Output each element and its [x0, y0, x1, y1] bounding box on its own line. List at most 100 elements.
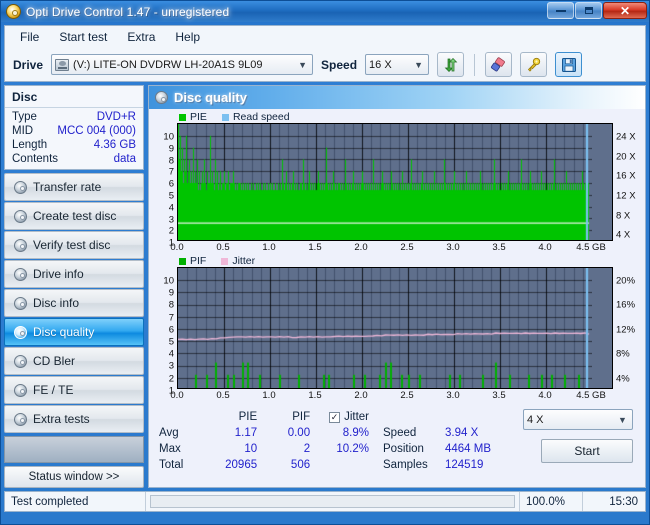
- sidebar-item-create-test-disc[interactable]: Create test disc: [4, 202, 144, 230]
- main-body: Disc Type DVD+R MID MCC 004 (000) Length…: [4, 85, 646, 488]
- start-button[interactable]: Start: [541, 439, 633, 463]
- disc-row-type-value: DVD+R: [96, 111, 136, 123]
- window-title: Opti Drive Control 1.47 - unregistered: [26, 4, 230, 19]
- jitter-checkbox[interactable]: ✓: [329, 411, 341, 423]
- axis-tick: 3.0: [446, 390, 460, 401]
- x-axis-bottom: 0.0 0.5 1.0 1.5 2.0 2.5 3.0 3.5 4.0 4.5 GB: [170, 389, 613, 403]
- jitter-header: ✓ Jitter: [310, 411, 369, 423]
- status-window-button[interactable]: Status window >>: [4, 466, 144, 488]
- stats-row-label: Max: [159, 443, 181, 455]
- sidebar-item-extra-tests[interactable]: Extra tests: [4, 405, 144, 433]
- axis-tick: 4 X: [616, 229, 631, 241]
- sidebar-item-verify-test-disc[interactable]: Verify test disc: [4, 231, 144, 259]
- sidebar-item-drive-info[interactable]: Drive info: [4, 260, 144, 288]
- legend-swatch-jitter: [221, 257, 229, 265]
- axis-tick: 4.5 GB: [576, 390, 606, 401]
- stats-avg-pie: 1.17: [234, 427, 258, 439]
- speed-select[interactable]: 16 X ▼: [365, 54, 430, 75]
- y-axis-jitter: 20% 16% 12% 8% 4%: [613, 267, 641, 389]
- disc-icon: [14, 412, 27, 426]
- legend-label-pif: PIF: [190, 255, 207, 267]
- axis-tick: 4.0: [538, 242, 552, 253]
- sidebar-item-cd-bler[interactable]: CD Bler: [4, 347, 144, 375]
- menu-item-extra[interactable]: Extra: [118, 27, 164, 47]
- sidebar-item-label: Transfer rate: [33, 180, 102, 194]
- sidebar-item-label: Disc quality: [33, 325, 95, 339]
- axis-tick: 16%: [616, 299, 636, 311]
- sidebar-item-disc-quality[interactable]: Disc quality: [4, 318, 144, 346]
- pif-jitter-chart: PIF Jitter 10 9 8 7 6 5 4 3 2 1 20% 16% 12% 8% 4% 0.0…: [153, 255, 641, 403]
- legend-swatch-pie: [179, 113, 186, 121]
- eraser-button[interactable]: [485, 52, 513, 77]
- chevron-down-icon: ▼: [414, 59, 423, 70]
- key-button[interactable]: [520, 52, 548, 77]
- progress-bar: [146, 495, 519, 508]
- sidebar-item-disc-info[interactable]: Disc info: [4, 289, 144, 317]
- sidebar-item-label: Extra tests: [33, 412, 90, 426]
- sidebar-item-fe-te[interactable]: FE / TE: [4, 376, 144, 404]
- axis-tick: 20 X: [616, 151, 636, 163]
- axis-tick: 8%: [616, 348, 630, 360]
- disc-icon: [14, 267, 27, 281]
- disc-row-mid-key: MID: [12, 125, 34, 137]
- axis-tick: 9: [168, 287, 174, 299]
- maximize-button[interactable]: [575, 2, 602, 19]
- stats-samples-label: Samples: [383, 459, 428, 471]
- sidebar-item-label: CD Bler: [33, 354, 76, 368]
- sidebar-item-label: Create test disc: [33, 209, 117, 223]
- minimize-button[interactable]: [547, 2, 574, 19]
- pie-canvas: [178, 124, 592, 240]
- table-row: Avg 1.17 0.00 8.9%: [159, 425, 369, 441]
- axis-tick: 2.5: [400, 242, 414, 253]
- disc-row-mid-value: MCC 004 (000): [57, 125, 136, 137]
- axis-tick: 6: [168, 178, 174, 190]
- disc-icon: [14, 180, 27, 194]
- stats-samples-value: 124519: [445, 459, 484, 471]
- axis-tick: 2: [168, 373, 174, 385]
- disc-row-type: Type DVD+R: [5, 110, 143, 124]
- axis-tick: 10: [163, 131, 174, 143]
- axis-tick: 0.5: [216, 390, 230, 401]
- disc-row-length-key: Length: [12, 139, 48, 151]
- disc-row-length: Length 4.36 GB: [5, 138, 143, 152]
- panel-title: Disc quality: [174, 90, 247, 105]
- drive-select[interactable]: (V:) LITE-ON DVDRW LH-20A1S 9L09 ▼: [51, 54, 314, 75]
- stats-samples-row: Samples 124519: [383, 457, 519, 473]
- key-icon: [527, 57, 541, 72]
- refresh-button[interactable]: [437, 52, 465, 77]
- axis-tick: 20%: [616, 275, 636, 287]
- sidebar-item-transfer-rate[interactable]: Transfer rate: [4, 173, 144, 201]
- sidebar: Disc Type DVD+R MID MCC 004 (000) Length…: [4, 85, 144, 488]
- axis-tick: 16 X: [616, 170, 636, 182]
- chevron-down-icon: ▼: [298, 59, 307, 70]
- axis-tick: 7: [168, 312, 174, 324]
- stats-controls: 4 X ▼ Start: [519, 409, 637, 473]
- disc-icon: [14, 238, 27, 252]
- stats-position-label: Position: [383, 443, 424, 455]
- axis-tick: 8: [168, 155, 174, 167]
- save-icon: [561, 57, 576, 72]
- stats-header-jitter: Jitter: [344, 411, 369, 423]
- eraser-icon: [491, 56, 505, 71]
- stats-header-row: PIE PIF ✓ Jitter: [159, 409, 369, 425]
- menu-bar: File Start test Extra Help: [4, 25, 646, 48]
- elapsed-time: 15:30: [609, 495, 638, 508]
- disc-row-contents-key: Contents: [12, 153, 59, 165]
- menu-item-help[interactable]: Help: [166, 27, 209, 47]
- close-button[interactable]: ✕: [603, 2, 647, 19]
- axis-tick: 12 X: [616, 190, 636, 202]
- save-button[interactable]: [555, 52, 583, 77]
- axis-tick: 0.0: [170, 390, 184, 401]
- menu-item-file[interactable]: File: [11, 27, 48, 47]
- axis-tick: 2: [168, 225, 174, 237]
- app-window: Opti Drive Control 1.47 - unregistered ✕…: [0, 0, 650, 525]
- drive-label: Drive: [13, 57, 44, 72]
- axis-tick: 5: [168, 336, 174, 348]
- menu-item-start-test[interactable]: Start test: [50, 27, 116, 47]
- stats-row-label: Avg: [159, 427, 179, 439]
- test-speed-select[interactable]: 4 X ▼: [523, 409, 633, 430]
- stats-total-pif: 506: [290, 459, 311, 471]
- speed-label: Speed: [321, 57, 358, 72]
- drive-icon: [55, 58, 70, 71]
- axis-tick: 8: [168, 299, 174, 311]
